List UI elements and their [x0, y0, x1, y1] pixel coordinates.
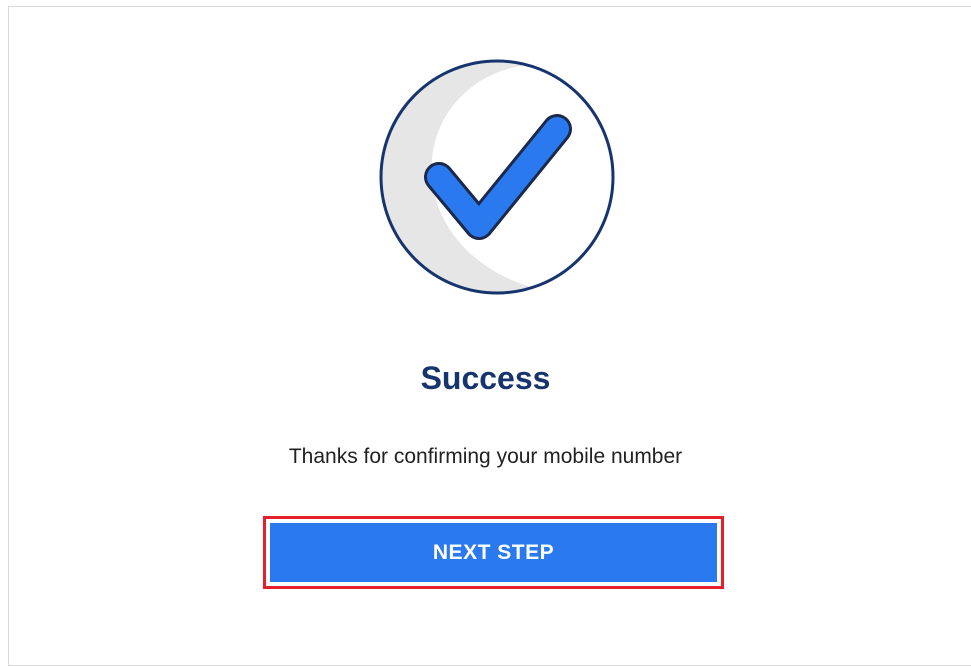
- success-title: Success: [420, 360, 551, 396]
- next-step-button[interactable]: NEXT STEP: [270, 523, 717, 582]
- success-check-icon: [377, 57, 617, 297]
- next-step-highlight: NEXT STEP: [263, 516, 724, 589]
- confirmation-message: Thanks for confirming your mobile number: [288, 445, 683, 468]
